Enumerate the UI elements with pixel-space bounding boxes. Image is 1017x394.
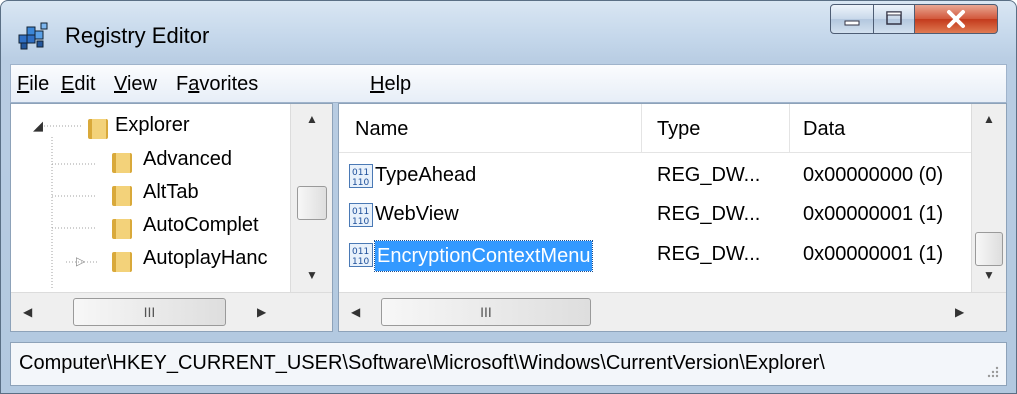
svg-text:110: 110 [352,257,369,267]
menu-help[interactable]: Help [370,73,411,96]
menu-bar: File Edit View Favorites Help [10,64,1007,103]
tree-vscroll-thumb[interactable] [297,186,327,220]
folder-icon [112,186,132,206]
scroll-up-icon[interactable]: ▲ [983,112,995,126]
list-vscroll-thumb[interactable] [975,232,1003,266]
value-type: REG_DW... [657,164,761,186]
column-header-type[interactable]: Type [657,118,700,141]
scroll-right-icon[interactable]: ▶ [955,305,964,319]
column-header-data[interactable]: Data [803,118,845,141]
menu-favorites[interactable]: Favorites [176,73,258,96]
list-hscroll-thumb[interactable]: III [381,298,591,326]
scroll-down-icon[interactable]: ▼ [306,268,318,282]
menu-view[interactable]: View [114,73,157,96]
svg-text:011: 011 [352,247,369,257]
tree-horizontal-scrollbar[interactable]: ◀ III ▶ [11,292,332,331]
window-title: Registry Editor [65,23,210,48]
scroll-down-icon[interactable]: ▼ [983,268,995,282]
folder-icon [112,219,132,239]
value-name[interactable]: WebView [375,203,459,226]
minimize-icon [844,20,860,26]
value-type: REG_DW... [657,203,761,225]
title-bar[interactable]: Registry Editor [1,1,1016,61]
column-header-name[interactable]: Name [355,118,408,141]
menu-file[interactable]: File [17,73,49,96]
status-path: Computer\HKEY_CURRENT_USER\Software\Micr… [19,352,825,374]
status-bar: Computer\HKEY_CURRENT_USER\Software\Micr… [10,342,1007,386]
tree-vertical-scrollbar[interactable]: ▲ ▼ [290,104,332,292]
value-name[interactable]: TypeAhead [375,164,476,187]
collapse-arrow-icon[interactable]: ◢ [33,118,43,134]
registry-editor-icon [18,22,48,50]
folder-icon [112,252,132,272]
resize-grip-icon[interactable] [986,365,1000,379]
maximize-icon [886,11,902,25]
scroll-left-icon[interactable]: ◀ [23,305,32,319]
value-data: 0x00000000 (0) [803,164,944,186]
expand-arrow-icon[interactable]: ▷ [76,254,85,268]
scroll-up-icon[interactable]: ▲ [306,112,318,126]
value-type: REG_DW... [657,243,761,265]
menu-edit[interactable]: Edit [61,73,95,96]
svg-text:011: 011 [352,168,369,178]
list-header: Name Type Data [339,104,971,153]
close-button[interactable] [914,4,998,34]
folder-icon [112,153,132,173]
key-tree-pane[interactable]: ◢ ▷ Explorer Advanced AltTab AutoComplet [10,103,333,332]
svg-text:011: 011 [352,207,369,217]
reg-dword-icon: 011 110 [349,243,373,267]
scroll-right-icon[interactable]: ▶ [257,305,266,319]
reg-dword-icon: 011 110 [349,203,373,227]
folder-icon [88,119,108,139]
value-data: 0x00000001 (1) [803,203,944,225]
minimize-button[interactable] [830,4,874,34]
reg-dword-icon: 011 110 [349,164,373,188]
close-icon [947,10,965,28]
values-list-pane[interactable]: Name Type Data 011 110 TypeAhead REG_DW..… [338,103,1007,332]
svg-text:110: 110 [352,178,369,188]
list-horizontal-scrollbar[interactable]: ◀ III ▶ [339,292,1006,331]
value-data: 0x00000001 (1) [803,243,944,265]
tree-hscroll-thumb[interactable]: III [73,298,226,326]
svg-text:110: 110 [352,217,369,227]
list-vertical-scrollbar[interactable]: ▲ ▼ [971,104,1006,292]
value-name-selected[interactable]: EncryptionContextMenu [373,240,594,272]
maximize-button[interactable] [873,4,915,34]
registry-editor-window: Registry Editor File Edit View Favorites… [0,0,1017,394]
scroll-left-icon[interactable]: ◀ [351,305,360,319]
